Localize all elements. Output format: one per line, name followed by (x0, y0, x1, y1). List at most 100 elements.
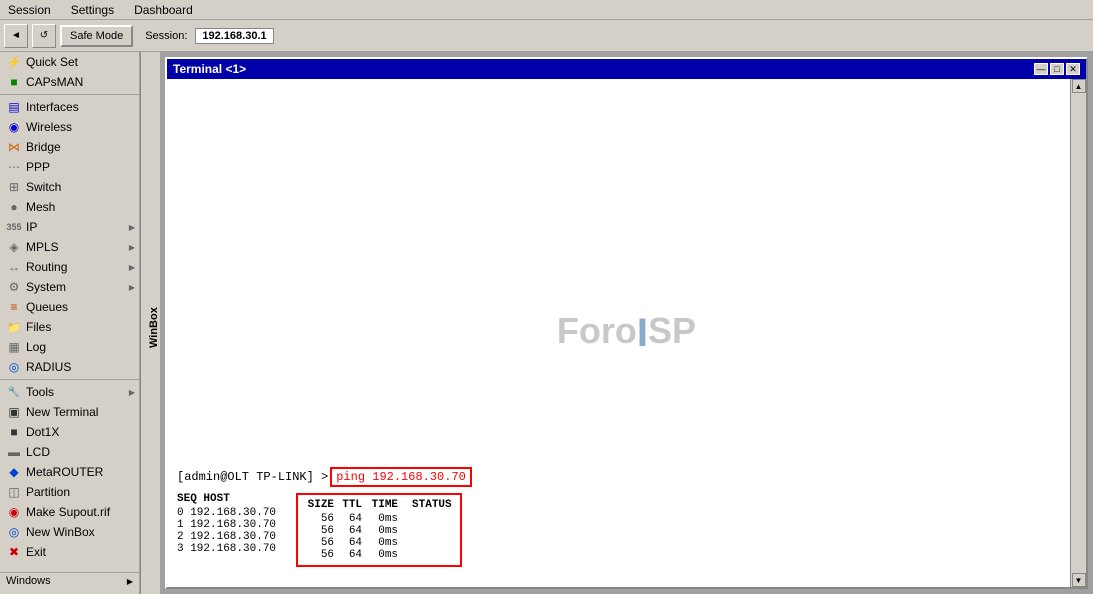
sidebar-item-capsman[interactable]: ■ CAPsMAN (0, 72, 139, 92)
content-area: WinBox Terminal <1> — □ ✕ ForoISP (140, 52, 1093, 594)
scroll-up-button[interactable]: ▲ (1072, 79, 1086, 93)
menu-bar: Session Settings Dashboard (0, 0, 1093, 20)
sidebar-item-ppp[interactable]: ⋯ PPP (0, 157, 139, 177)
sidebar-label-bridge: Bridge (26, 140, 61, 154)
tools-icon: 🔧 (6, 385, 22, 399)
log-icon: ▦ (6, 340, 22, 354)
menu-settings[interactable]: Settings (67, 1, 118, 19)
ping-table-area: SEQ HOST 0 192.168.30.70 1 192.168.30.70… (177, 493, 1071, 567)
safe-mode-button[interactable]: Safe Mode (60, 25, 133, 47)
sidebar-item-make-supout[interactable]: ◉ Make Supout.rif (0, 502, 139, 522)
routing-arrow: ▶ (129, 263, 135, 272)
sidebar-item-mpls[interactable]: ◈ MPLS ▶ (0, 237, 139, 257)
sidebar-item-routing[interactable]: ↔ Routing ▶ (0, 257, 139, 277)
queues-icon: ≡ (6, 300, 22, 314)
radius-icon: ◎ (6, 360, 22, 374)
terminal-title-buttons: — □ ✕ (1034, 63, 1080, 75)
r1-size: 56 (306, 525, 334, 537)
watermark: ForoISP (557, 310, 696, 356)
wireless-icon: ◉ (6, 120, 22, 134)
sidebar-label-system: System (26, 280, 66, 294)
watermark-sp: SP (648, 310, 696, 351)
menu-dashboard[interactable]: Dashboard (130, 1, 197, 19)
sidebar-item-dot1x[interactable]: ■ Dot1X (0, 422, 139, 442)
sidebar-label-interfaces: Interfaces (26, 100, 79, 114)
watermark-dot: I (637, 311, 648, 355)
terminal-body[interactable]: ForoISP [admin@OLT TP-LINK] > ping 192.1… (167, 79, 1086, 587)
terminal-minimize-button[interactable]: — (1034, 63, 1048, 75)
windows-arrow: ▶ (127, 577, 133, 586)
scroll-track (1072, 93, 1086, 573)
sidebar-item-log[interactable]: ▦ Log (0, 337, 139, 357)
ping-results-container: SIZE TTL TIME STATUS 56 64 0ms (296, 493, 462, 567)
terminal-close-button[interactable]: ✕ (1066, 63, 1080, 75)
sidebar-item-meta-router[interactable]: ◆ MetaROUTER (0, 462, 139, 482)
dot1x-icon: ■ (6, 425, 22, 439)
ping-result-row-0: 56 64 0ms (306, 513, 452, 525)
terminal-window: Terminal <1> — □ ✕ ForoISP [admin@OLT TP… (165, 57, 1088, 589)
ping-result-row-1: 56 64 0ms (306, 525, 452, 537)
sidebar-item-new-winbox[interactable]: ◎ New WinBox (0, 522, 139, 542)
sidebar-label-meta-router: MetaROUTER (26, 465, 103, 479)
sidebar-label-routing: Routing (26, 260, 67, 274)
sidebar-item-quick-set[interactable]: ⚡ Quick Set (0, 52, 139, 72)
sidebar-label-ppp: PPP (26, 160, 50, 174)
sidebar-item-interfaces[interactable]: ▤ Interfaces (0, 97, 139, 117)
sidebar-label-switch: Switch (26, 180, 61, 194)
mpls-icon: ◈ (6, 240, 22, 254)
sidebar-item-wireless[interactable]: ◉ Wireless (0, 117, 139, 137)
sidebar-item-mesh[interactable]: ● Mesh (0, 197, 139, 217)
sidebar-label-lcd: LCD (26, 445, 50, 459)
back-button[interactable]: ◄ (4, 24, 28, 48)
sidebar-item-radius[interactable]: ◎ RADIUS (0, 357, 139, 377)
sidebar-item-lcd[interactable]: ▬ LCD (0, 442, 139, 462)
prompt-text: [admin@OLT TP-LINK] > (177, 470, 328, 484)
watermark-foro: Foro (557, 310, 637, 351)
sidebar-item-switch[interactable]: ⊞ Switch (0, 177, 139, 197)
terminal-restore-button[interactable]: □ (1050, 63, 1064, 75)
sidebar-item-new-terminal[interactable]: ▣ New Terminal (0, 402, 139, 422)
sidebar-label-new-terminal: New Terminal (26, 405, 98, 419)
terminal-prompt: [admin@OLT TP-LINK] > ping 192.168.30.70 (177, 467, 1071, 487)
sidebar-label-make-supout: Make Supout.rif (26, 505, 110, 519)
refresh-button[interactable]: ↺ (32, 24, 56, 48)
r2-ttl: 64 (340, 537, 362, 549)
ip-icon: 355 (6, 220, 22, 234)
sidebar-item-queues[interactable]: ≡ Queues (0, 297, 139, 317)
session-ip: 192.168.30.1 (195, 28, 273, 44)
mesh-icon: ● (6, 200, 22, 214)
menu-session[interactable]: Session (4, 1, 55, 19)
sidebar-item-bridge[interactable]: ⋈ Bridge (0, 137, 139, 157)
sidebar-item-partition[interactable]: ◫ Partition (0, 482, 139, 502)
seq-row-1: 1 192.168.30.70 (177, 519, 276, 531)
r0-ttl: 64 (340, 513, 362, 525)
winbox-label: WinBox (140, 52, 160, 594)
switch-icon: ⊞ (6, 180, 22, 194)
session-label: Session: (145, 30, 187, 42)
sidebar-item-ip[interactable]: 355 IP ▶ (0, 217, 139, 237)
prompt-command: ping 192.168.30.70 (330, 467, 472, 487)
sidebar-label-new-winbox: New WinBox (26, 525, 95, 539)
r3-size: 56 (306, 549, 334, 561)
sidebar-label-mesh: Mesh (26, 200, 55, 214)
toolbar: ◄ ↺ Safe Mode Session: 192.168.30.1 (0, 20, 1093, 52)
r1-time: 0ms (368, 525, 398, 537)
r3-time: 0ms (368, 549, 398, 561)
ping-results-box: SIZE TTL TIME STATUS 56 64 0ms (296, 493, 462, 567)
sidebar-label-dot1x: Dot1X (26, 425, 59, 439)
sidebar-item-exit[interactable]: ✖ Exit (0, 542, 139, 562)
quick-set-icon: ⚡ (6, 55, 22, 69)
header-status: STATUS (412, 499, 452, 511)
sidebar-item-files[interactable]: 📁 Files (0, 317, 139, 337)
sidebar-item-system[interactable]: ⚙ System ▶ (0, 277, 139, 297)
sidebar-label-capsman: CAPsMAN (26, 75, 83, 89)
sidebar-label-wireless: Wireless (26, 120, 72, 134)
seq-row-0: 0 192.168.30.70 (177, 507, 276, 519)
ip-arrow: ▶ (129, 223, 135, 232)
header-size: SIZE (306, 499, 334, 511)
sidebar-label-partition: Partition (26, 485, 70, 499)
sidebar-label-quick-set: Quick Set (26, 55, 78, 69)
terminal-titlebar: Terminal <1> — □ ✕ (167, 59, 1086, 79)
scroll-down-button[interactable]: ▼ (1072, 573, 1086, 587)
sidebar-item-tools[interactable]: 🔧 Tools ▶ (0, 382, 139, 402)
